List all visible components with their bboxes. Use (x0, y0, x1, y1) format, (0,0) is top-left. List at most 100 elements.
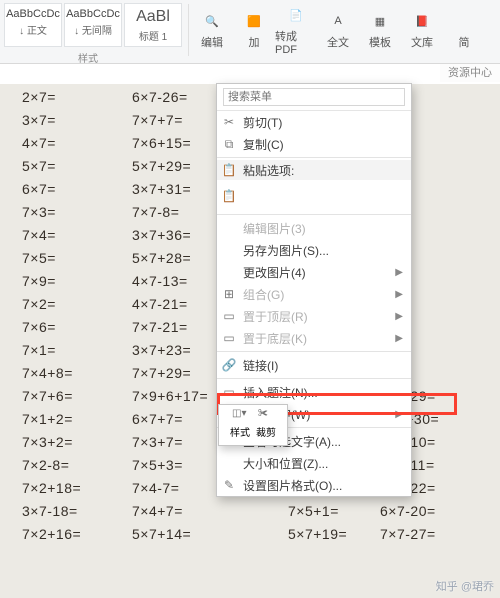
equation-cell: 7×4+8= (22, 362, 81, 385)
equation-cell: 7×1= (22, 339, 81, 362)
mini-crop-label: 裁剪 (256, 424, 276, 439)
equation-cell: 4×7-21= (132, 293, 208, 316)
style-tile-body[interactable]: AaBbCcDc ↓ 正文 (4, 3, 62, 47)
resource-center-label[interactable]: 资源中心 (440, 64, 500, 82)
equation-cell: 5×7= (22, 155, 81, 178)
menu-copy[interactable]: ⧉复制(C) (217, 133, 411, 155)
ribbon-topdf-button[interactable]: 📄转成PDF (275, 4, 317, 56)
chevron-right-icon: ▶ (395, 289, 403, 300)
ribbon-full-button[interactable]: A全文 (317, 4, 359, 56)
equation-cell: 5×7+28= (132, 247, 208, 270)
equation-cell: 6×7+7= (132, 408, 208, 431)
ribbon-simp-button[interactable]: 简 (443, 4, 485, 56)
equation-cell: 7×9+6+17= (132, 385, 208, 408)
menu-bottom: ▭置于底层(K)▶ (217, 327, 411, 349)
equation-cell: 7×7+29= (132, 362, 208, 385)
ribbon-tpl-button[interactable]: ▦模板 (359, 4, 401, 56)
equation-cell: 7×2+16= (22, 523, 81, 546)
paste_hdr-icon: 📋 (221, 162, 237, 178)
menu-change[interactable]: 更改图片(4)▶ (217, 261, 411, 283)
equation-cell: 7×2+18= (22, 477, 81, 500)
equation-cell: 7×7+6= (22, 385, 81, 408)
equation-cell: 5×7+29= (132, 155, 208, 178)
ribbon-edit-button[interactable]: 🔍编辑 (191, 4, 233, 56)
tpl-icon: ▦ (369, 10, 391, 32)
group-icon: ⊞ (221, 286, 237, 302)
lib-icon: 📕 (411, 10, 433, 32)
equation-cell: 4×7-13= (132, 270, 208, 293)
equation-cell: 3×7+23= (132, 339, 208, 362)
chevron-right-icon: ▶ (395, 267, 403, 278)
equation-cell: 7×5+3= (132, 454, 208, 477)
crop-icon[interactable]: ✀ (258, 408, 274, 424)
simp-icon (453, 10, 475, 32)
equation-cell: 7×3+2= (22, 431, 81, 454)
menu-paste_opt[interactable]: 📋 (217, 180, 411, 212)
equation-cell: 7×3= (22, 201, 81, 224)
paste_opt-icon: 📋 (221, 188, 237, 204)
cut-icon: ✂ (221, 114, 237, 130)
link-icon: 🔗 (221, 357, 237, 373)
equation-cell: 5×7+14= (132, 523, 208, 546)
full-icon: A (327, 10, 349, 32)
equation-cell: 2×7= (22, 86, 81, 109)
mini-style-label: 样式 (230, 424, 250, 439)
format-icon: ✎ (221, 477, 237, 493)
saveas-icon (221, 242, 237, 258)
equation-cell: 6×7= (22, 178, 81, 201)
equation-cell: 7×7-27= (380, 523, 439, 546)
style-tile-heading1[interactable]: AaBl 标题 1 (124, 3, 182, 47)
top-icon: ▭ (221, 308, 237, 324)
ribbon-lib-button[interactable]: 📕文库 (401, 4, 443, 56)
equation-cell: 6×7-20= (380, 500, 439, 523)
equation-cell: 6×7-26= (132, 86, 208, 109)
equation-cell: 7×9= (22, 270, 81, 293)
equation-cell: 4×7= (22, 132, 81, 155)
topdf-icon: 📄 (285, 4, 307, 26)
equation-cell: 7×6+15= (132, 132, 208, 155)
menu-cut[interactable]: ✂剪切(T) (217, 111, 411, 133)
style-icon[interactable]: ◫▾ (232, 408, 248, 424)
bottom-icon: ▭ (221, 330, 237, 346)
menu-saveas[interactable]: 另存为图片(S)... (217, 239, 411, 261)
equation-cell: 7×2= (22, 293, 81, 316)
mini-toolbar: ◫▾ ✀ 样式 裁剪 (218, 404, 288, 446)
equation-cell: 3×7= (22, 109, 81, 132)
menu-search (217, 84, 411, 111)
change-icon (221, 264, 237, 280)
style-gallery: AaBbCcDc ↓ 正文 AaBbCcDc ↓ 无间隔 AaBl 标题 1 (0, 0, 186, 50)
equation-cell: 3×7+31= (132, 178, 208, 201)
addon-icon: 🟧 (243, 10, 265, 32)
equation-cell: 3×7+36= (132, 224, 208, 247)
style-tile-nospace[interactable]: AaBbCcDc ↓ 无间隔 (64, 3, 122, 47)
menu-format[interactable]: ✎设置图片格式(O)... (217, 474, 411, 496)
menu-paste_hdr: 📋粘贴选项: (217, 160, 411, 180)
menu-search-input[interactable] (223, 88, 405, 106)
editpic-icon (221, 220, 237, 236)
copy-icon: ⧉ (221, 136, 237, 152)
equation-cell: 7×3+7= (132, 431, 208, 454)
sizepos-icon (221, 455, 237, 471)
equation-cell: 7×4= (22, 224, 81, 247)
chevron-right-icon: ▶ (395, 311, 403, 322)
ribbon-addon-button[interactable]: 🟧加 (233, 4, 275, 56)
equation-cell: 7×6= (22, 316, 81, 339)
equation-cell: 7×4-7= (132, 477, 208, 500)
menu-top: ▭置于顶层(R)▶ (217, 305, 411, 327)
equation-cell: 7×7-8= (132, 201, 208, 224)
watermark: 知乎 @珺乔 (436, 578, 494, 594)
group-label-styles: 样式 (78, 50, 98, 65)
equation-cell: 7×1+2= (22, 408, 81, 431)
equation-cell: 3×7-18= (22, 500, 81, 523)
menu-link[interactable]: 🔗链接(I) (217, 354, 411, 376)
menu-sizepos[interactable]: 大小和位置(Z)... (217, 452, 411, 474)
ribbon-toolbar: AaBbCcDc ↓ 正文 AaBbCcDc ↓ 无间隔 AaBl 标题 1 🔍… (0, 0, 500, 64)
menu-group: ⊞组合(G)▶ (217, 283, 411, 305)
equation-cell: 7×5= (22, 247, 81, 270)
equation-cell: 7×7+7= (132, 109, 208, 132)
equation-cell: 7×4+7= (132, 500, 208, 523)
equation-cell: 5×7+19= (288, 523, 347, 546)
edit-icon: 🔍 (201, 10, 223, 32)
equation-cell: 7×5+1= (288, 500, 347, 523)
menu-editpic: 编辑图片(3) (217, 217, 411, 239)
